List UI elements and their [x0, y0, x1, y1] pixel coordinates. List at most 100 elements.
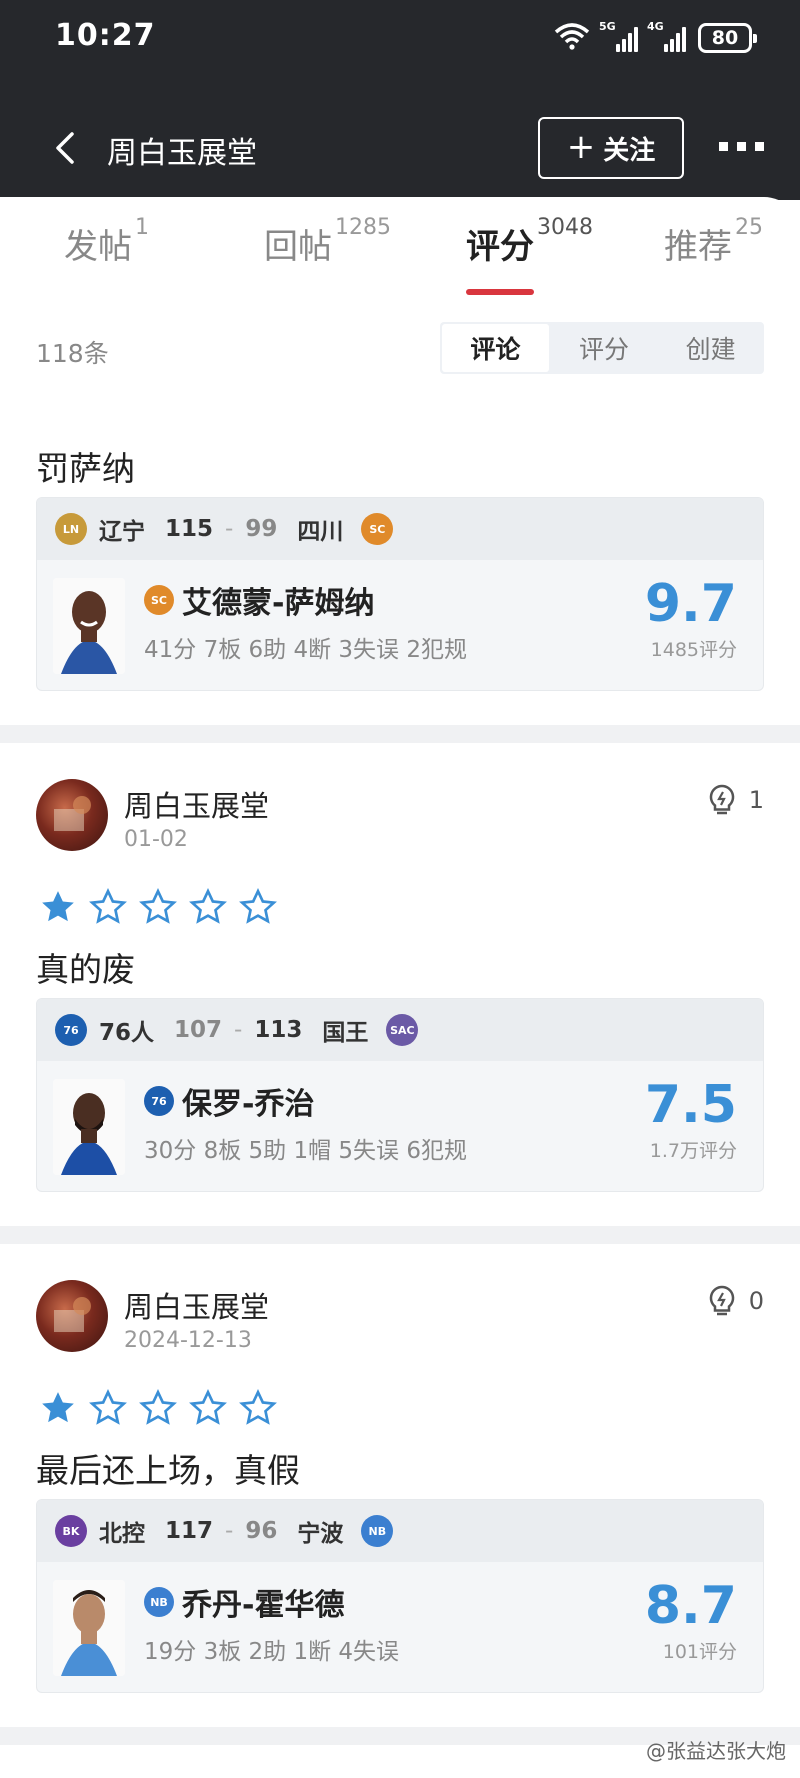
player-photo — [53, 1580, 125, 1676]
player-photo — [53, 578, 125, 674]
tab-posts[interactable]: 发帖 1 — [64, 215, 149, 268]
chevron-left-icon — [56, 132, 74, 164]
back-button[interactable] — [48, 128, 84, 168]
game-score-header: 76 76人 107 - 113 国王 SAC — [37, 999, 763, 1061]
game-rating-card[interactable]: LN 辽宁 115 - 99 四川 SC SC 艾德蒙-萨姆纳 41分 7板 6… — [36, 497, 764, 691]
beikong-team-logo-icon: BK — [55, 1515, 87, 1547]
more-dot-icon — [719, 142, 728, 151]
home-team: 北控 — [99, 1521, 145, 1547]
signal-5g-icon: 5G — [599, 20, 638, 52]
game-score-header: BK 北控 117 - 96 宁波 NB — [37, 1500, 763, 1562]
ningbo-team-logo-icon: NB — [361, 1515, 394, 1547]
game-score-header: LN 辽宁 115 - 99 四川 SC — [37, 498, 763, 560]
more-dot-icon — [737, 142, 746, 151]
kings-team-logo-icon: SAC — [386, 1014, 419, 1046]
team-logo-icon: SC — [144, 585, 174, 615]
player-rating: 7.5 1.7万评分 — [645, 1076, 737, 1163]
player-stats: 41分 7板 6助 4断 3失误 2犯规 — [144, 637, 467, 663]
user-avatar[interactable] — [36, 1280, 108, 1352]
status-icons: 5G 4G 80 — [554, 20, 757, 56]
score-dash: - — [225, 516, 234, 542]
player-rating: 9.7 1485评分 — [644, 574, 737, 662]
segment-comments[interactable]: 评论 — [442, 324, 549, 372]
follow-label: 关注 — [603, 135, 656, 166]
star-empty-icon — [239, 888, 277, 924]
tab-replies[interactable]: 回帖 1285 — [264, 215, 391, 268]
player-row: SC 艾德蒙-萨姆纳 41分 7板 6助 4断 3失误 2犯规 9.7 1485… — [37, 560, 763, 690]
page-title: 周白玉展堂 — [107, 136, 257, 171]
more-options-button[interactable] — [719, 142, 764, 151]
star-empty-icon — [89, 888, 127, 924]
player-name: 76 保罗-乔治 — [144, 1079, 314, 1123]
light-button[interactable]: 0 — [707, 1284, 764, 1318]
player-stats: 19分 3板 2助 1断 4失误 — [144, 1639, 400, 1665]
team-logo-icon: NB — [144, 1587, 174, 1617]
active-tab-indicator — [466, 289, 534, 295]
profile-tabs: 发帖 1 回帖 1285 评分 3048 推荐 25 — [0, 197, 800, 297]
watermark-text: @张益达张大炮 — [646, 1739, 786, 1763]
player-name: SC 艾德蒙-萨姆纳 — [144, 578, 374, 622]
section-divider — [0, 725, 800, 743]
player-row: NB 乔丹-霍华德 19分 3板 2助 1断 4失误 8.7 101评分 — [37, 1562, 763, 1692]
away-score: 113 — [254, 1017, 303, 1043]
liaoning-team-logo-icon: LN — [55, 513, 87, 545]
post-date: 2024-12-13 — [124, 1328, 252, 1353]
star-rating — [38, 887, 278, 927]
light-count: 1 — [748, 786, 764, 814]
user-avatar[interactable] — [36, 779, 108, 851]
away-team: 宁波 — [297, 1521, 344, 1547]
post-text: 罚萨纳 — [36, 449, 135, 488]
rating-count: 1485评分 — [650, 639, 737, 662]
star-filled-icon — [42, 1392, 74, 1423]
item-count: 118条 — [36, 339, 109, 368]
sichuan-team-logo-icon: SC — [361, 513, 394, 545]
player-row: 76 保罗-乔治 30分 8板 5助 1帽 5失误 6犯规 7.5 1.7万评分 — [37, 1061, 763, 1191]
lightbulb-icon — [709, 1285, 734, 1316]
wifi-icon — [554, 22, 590, 54]
away-score: 99 — [245, 516, 278, 542]
post-date: 01-02 — [124, 827, 188, 852]
76ers-team-logo-icon: 76 — [55, 1014, 87, 1046]
player-name: NB 乔丹-霍华德 — [144, 1580, 344, 1624]
star-empty-icon — [139, 888, 177, 924]
star-empty-icon — [189, 1389, 227, 1425]
score-dash: - — [225, 1518, 234, 1544]
player-stats: 30分 8板 5助 1帽 5失误 6犯规 — [144, 1138, 467, 1164]
rating-count: 1.7万评分 — [649, 1140, 737, 1163]
star-empty-icon — [139, 1389, 177, 1425]
star-empty-icon — [89, 1389, 127, 1425]
segment-ratings[interactable]: 评分 — [551, 322, 658, 374]
tab-recommend[interactable]: 推荐 25 — [664, 215, 763, 268]
post-author-row: 周白玉展堂 01-02 1 — [36, 779, 764, 859]
score-dash: - — [234, 1017, 243, 1043]
post-text: 最后还上场，真假 — [36, 1451, 300, 1490]
section-divider — [0, 1226, 800, 1244]
more-dot-icon — [755, 142, 764, 151]
home-team: 辽宁 — [99, 519, 145, 545]
segment-created[interactable]: 创建 — [657, 322, 764, 374]
rating-score: 8.7 — [644, 1576, 737, 1636]
follow-button[interactable]: + 关注 — [538, 117, 684, 179]
tab-ratings[interactable]: 评分 3048 — [466, 215, 593, 268]
star-filled-icon — [42, 891, 74, 922]
star-empty-icon — [239, 1389, 277, 1425]
away-score: 96 — [245, 1518, 278, 1544]
game-rating-card[interactable]: 76 76人 107 - 113 国王 SAC 76 保罗-乔治 30分 8板 … — [36, 998, 764, 1192]
light-button[interactable]: 1 — [707, 783, 764, 817]
filter-segmented-control: 评论 评分 创建 — [440, 322, 764, 374]
battery-icon: 80 — [698, 23, 757, 53]
player-rating: 8.7 101评分 — [644, 1576, 737, 1664]
top-bar: 10:27 5G 4G 80 周白玉展堂 + 关注 — [0, 0, 800, 200]
rating-score: 9.7 — [644, 574, 737, 634]
user-name[interactable]: 周白玉展堂 — [124, 783, 269, 825]
status-time: 10:27 — [55, 18, 156, 53]
content-sheet: 发帖 1 回帖 1285 评分 3048 推荐 25 118条 评论 评分 创建 罚萨纳… — [0, 197, 800, 1778]
home-score: 115 — [165, 516, 214, 542]
home-score: 117 — [165, 1518, 214, 1544]
game-rating-card[interactable]: BK 北控 117 - 96 宁波 NB NB 乔丹-霍华德 19分 3板 2助… — [36, 1499, 764, 1693]
away-team: 四川 — [297, 519, 344, 545]
home-score: 107 — [174, 1017, 223, 1043]
player-photo — [53, 1079, 125, 1175]
user-name[interactable]: 周白玉展堂 — [124, 1284, 269, 1326]
home-team: 76人 — [99, 1020, 155, 1046]
